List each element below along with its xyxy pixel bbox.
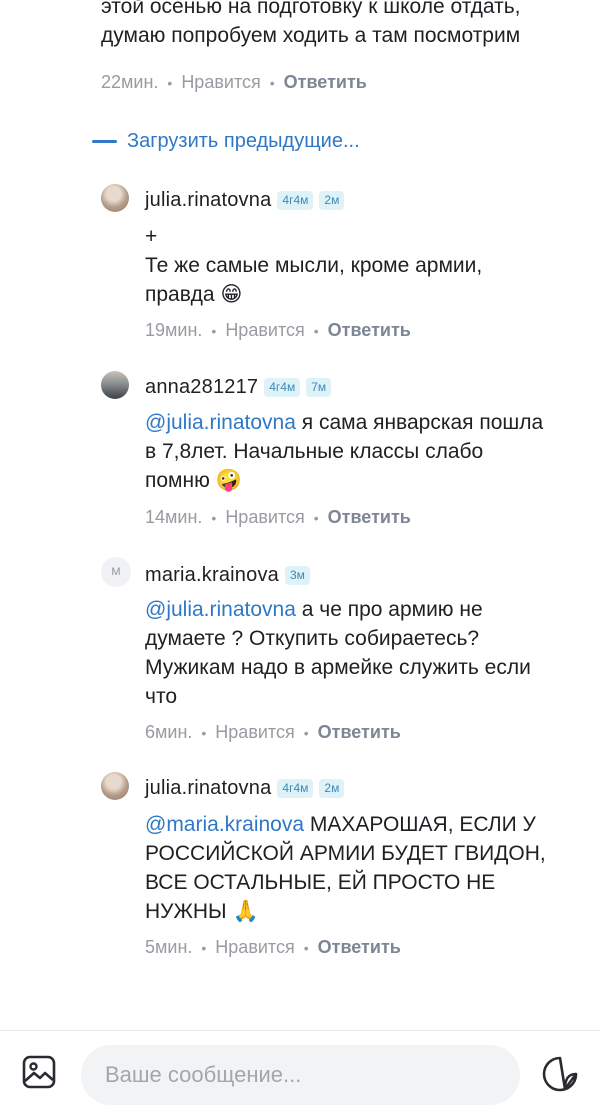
message-input[interactable]: [81, 1045, 520, 1105]
comment-line: думаете ? Откупить собираетесь?: [145, 627, 480, 650]
comment-line: в 7,8лет. Начальные классы слабо: [145, 440, 484, 463]
dash-icon: [92, 140, 117, 143]
reply-button[interactable]: Ответить: [328, 320, 411, 341]
previous-comment-text: этой осенью на подготовку к школе отдать…: [101, 0, 581, 50]
comment-line: @julia.rinatovna я сама январская пошла: [145, 411, 544, 434]
image-icon[interactable]: [21, 1054, 57, 1090]
previous-comment-meta: 22мин. • Нравится • Ответить: [101, 72, 367, 93]
meta-separator: •: [201, 724, 207, 741]
mention-link[interactable]: @julia.rinatovna: [145, 598, 296, 621]
comment-line: +: [145, 225, 158, 248]
comment-meta: 5мин. • Нравится • Ответить: [145, 937, 401, 958]
meta-separator: •: [269, 74, 275, 91]
child-age-badge: 4г4м: [277, 779, 314, 798]
reply-button[interactable]: Ответить: [284, 72, 367, 93]
comment-line: что: [145, 685, 178, 708]
child-age-badge: 7м: [306, 378, 332, 397]
comment-time: 14мин.: [145, 507, 203, 527]
message-composer: [0, 1031, 600, 1105]
comment-line: Мужикам надо в армейке служить если: [145, 656, 531, 679]
like-button[interactable]: Нравится: [225, 320, 304, 341]
comment-meta: 6мин. • Нравится • Ответить: [145, 722, 401, 743]
comment-line: @julia.rinatovna а че про армию не: [145, 598, 483, 621]
avatar[interactable]: [101, 371, 129, 399]
meta-separator: •: [303, 939, 309, 956]
meta-separator: •: [211, 509, 217, 526]
avatar[interactable]: М: [101, 557, 131, 587]
load-previous-button[interactable]: Загрузить предыдущие...: [92, 130, 360, 153]
meta-separator: •: [167, 74, 173, 91]
like-button[interactable]: Нравится: [225, 507, 304, 528]
meta-separator: •: [303, 724, 309, 741]
comment-time: 6мин.: [145, 722, 193, 742]
meta-separator: •: [211, 322, 217, 339]
comment-time: 19мин.: [145, 320, 203, 340]
avatar[interactable]: [101, 184, 129, 212]
comment-line: Те же самые мысли, кроме армии,: [145, 254, 483, 277]
comment-line: правда 😁: [145, 280, 585, 309]
username[interactable]: julia.rinatovna: [145, 189, 271, 212]
mention-link[interactable]: @julia.rinatovna: [145, 411, 296, 434]
comment-meta: 14мин. • Нравится • Ответить: [145, 507, 411, 528]
comment-meta: 19мин. • Нравится • Ответить: [145, 320, 411, 341]
sticker-icon[interactable]: [540, 1054, 580, 1094]
child-age-badge: 2м: [319, 779, 345, 798]
like-button[interactable]: Нравится: [181, 72, 260, 93]
comment-text: @julia.rinatovna я сама январская пошла …: [145, 408, 585, 495]
previous-comment-line: этой осенью на подготовку к школе отдать…: [101, 0, 521, 18]
comment-header: julia.rinatovna 4г4м 2м: [145, 777, 345, 800]
comment-header: julia.rinatovna 4г4м 2м: [145, 189, 345, 212]
comment-text: @julia.rinatovna а че про армию не думае…: [145, 595, 585, 711]
mention-link[interactable]: @maria.krainova: [145, 813, 304, 836]
child-age-badge: 2м: [319, 191, 345, 210]
grinning-emoji-icon: 😁: [220, 283, 243, 306]
child-age-badge: 4г4м: [277, 191, 314, 210]
comment-line: РОССИЙСКОЙ АРМИИ БУДЕТ ГВИДОН,: [145, 842, 546, 865]
previous-comment-line: думаю попробуем ходить а там посмотрим: [101, 24, 521, 47]
load-previous-label: Загрузить предыдущие...: [127, 130, 360, 152]
comment-time: 22мин.: [101, 72, 159, 92]
meta-separator: •: [313, 509, 319, 526]
comment-text: @maria.krainova МАХАРОШАЯ, ЕСЛИ У РОССИЙ…: [145, 810, 585, 926]
comment-header: anna281217 4г4м 7м: [145, 376, 332, 399]
child-age-badge: 3м: [284, 566, 310, 585]
like-button[interactable]: Нравится: [215, 722, 294, 743]
zany-face-emoji-icon: 🤪: [215, 469, 242, 492]
reply-button[interactable]: Ответить: [328, 507, 411, 528]
comment-line: НУЖНЫ 🙏: [145, 897, 585, 926]
comment-time: 5мин.: [145, 937, 193, 957]
meta-separator: •: [201, 939, 207, 956]
username[interactable]: anna281217: [145, 376, 258, 399]
comment-line: помню 🤪: [145, 466, 585, 495]
username[interactable]: maria.krainova: [145, 564, 279, 587]
child-age-badge: 4г4м: [264, 378, 301, 397]
comment-line: ВСЕ ОСТАЛЬНЫЕ, ЕЙ ПРОСТО НЕ: [145, 871, 496, 894]
like-button[interactable]: Нравится: [215, 937, 294, 958]
folded-hands-emoji-icon: 🙏: [232, 900, 259, 923]
username[interactable]: julia.rinatovna: [145, 777, 271, 800]
comment-line: @maria.krainova МАХАРОШАЯ, ЕСЛИ У: [145, 813, 536, 836]
meta-separator: •: [313, 322, 319, 339]
reply-button[interactable]: Ответить: [318, 937, 401, 958]
comment-text: + Те же самые мысли, кроме армии, правда…: [145, 222, 585, 309]
avatar[interactable]: [101, 772, 129, 800]
reply-button[interactable]: Ответить: [318, 722, 401, 743]
comment-header: maria.krainova 3м: [145, 564, 310, 587]
